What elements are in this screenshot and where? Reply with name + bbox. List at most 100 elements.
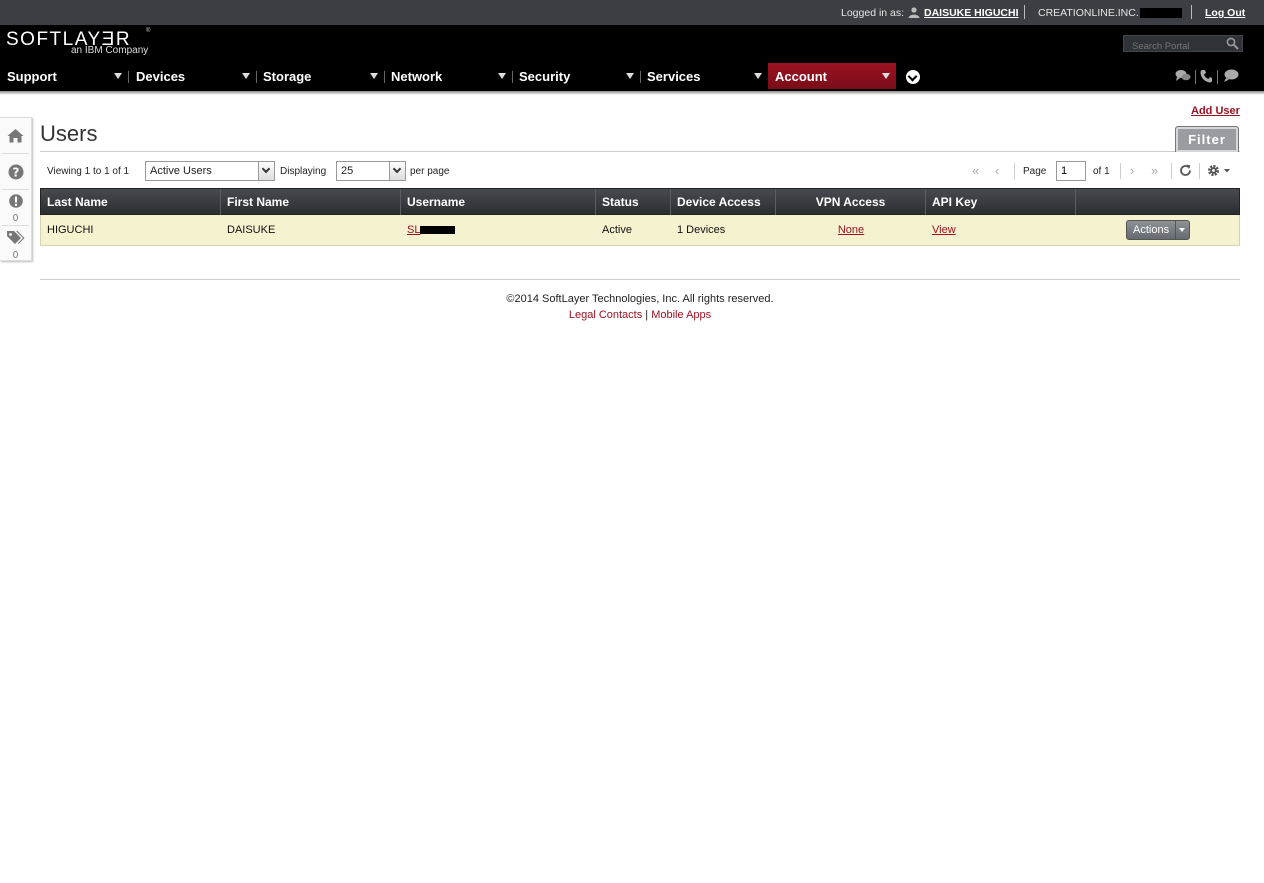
- nav-tab-support[interactable]: Support: [0, 63, 128, 89]
- user-icon: [908, 7, 920, 20]
- home-button[interactable]: [0, 128, 31, 148]
- pager-divider: [1199, 163, 1200, 179]
- first-page-icon[interactable]: «: [972, 163, 979, 178]
- nav-tab-label: Account: [775, 69, 827, 84]
- column-header-vpn-access[interactable]: VPN Access: [776, 189, 926, 215]
- message-icon[interactable]: [1223, 69, 1239, 88]
- table-header: Last Name First Name Username Status Dev…: [40, 188, 1240, 215]
- alert-icon: [8, 194, 23, 212]
- dropdown-arrow-icon: [1175, 221, 1189, 239]
- redacted-username: [420, 226, 456, 234]
- alerts-button[interactable]: 0: [0, 194, 31, 224]
- dropdown-arrow-icon: [370, 73, 378, 79]
- column-header-device-access[interactable]: Device Access: [671, 189, 776, 215]
- page-total: of 1: [1093, 166, 1110, 177]
- toolbar-divider: [1217, 70, 1218, 84]
- dropdown-arrow-icon: [498, 73, 506, 79]
- topbar-divider: [1191, 5, 1192, 19]
- nav-tab-network[interactable]: Network: [384, 63, 512, 89]
- main-navigation: Support Devices Storage Network Security…: [0, 63, 1264, 91]
- help-button[interactable]: ?: [0, 164, 31, 185]
- dropdown-arrow-icon: [114, 73, 122, 79]
- cell-api-key: View: [926, 215, 956, 245]
- nav-tab-devices[interactable]: Devices: [129, 63, 256, 89]
- per-page-label: per page: [410, 166, 450, 177]
- users-table: Last Name First Name Username Status Dev…: [40, 188, 1240, 246]
- nav-tab-label: Services: [647, 69, 701, 84]
- cell-first-name: DAISUKE: [227, 224, 276, 236]
- cell-username[interactable]: SL: [401, 215, 456, 245]
- username-link[interactable]: SL: [407, 224, 456, 236]
- company-name: CREATIONLINE.INC.: [1038, 7, 1139, 19]
- previous-page-icon[interactable]: ‹: [995, 163, 999, 178]
- pager-divider: [1014, 163, 1015, 179]
- column-header-last-name[interactable]: Last Name: [41, 189, 221, 215]
- dropdown-arrow-icon: [242, 73, 250, 79]
- header-bar: SOFTLAYƎR ® an IBM Company: [0, 25, 1264, 63]
- column-header-username[interactable]: Username: [401, 189, 596, 215]
- user-status-select[interactable]: Active Users: [145, 161, 275, 181]
- title-divider: [40, 151, 1240, 152]
- column-header-status[interactable]: Status: [596, 189, 671, 215]
- settings-gear-icon[interactable]: [1207, 164, 1233, 180]
- nav-tab-label: Storage: [263, 69, 312, 84]
- nav-tab-account[interactable]: Account: [768, 63, 896, 89]
- logout-link[interactable]: Log Out: [1205, 7, 1245, 19]
- current-user-link[interactable]: DAISUKE HIGUCHI: [924, 7, 1019, 19]
- search-icon[interactable]: [1226, 37, 1239, 55]
- api-key-view-link[interactable]: View: [932, 224, 956, 236]
- actions-button[interactable]: Actions: [1126, 220, 1190, 240]
- cell-status: Active: [602, 224, 632, 236]
- cell-last-name: HIGUCHI: [47, 224, 94, 236]
- username-prefix: SL: [407, 224, 421, 236]
- more-menu-icon[interactable]: [906, 70, 920, 84]
- nav-tab-storage[interactable]: Storage: [256, 63, 384, 89]
- column-header-first-name[interactable]: First Name: [221, 189, 401, 215]
- cell-device-access: 1 Devices: [677, 224, 726, 236]
- nav-tab-security[interactable]: Security: [512, 63, 640, 89]
- side-divider: [2, 189, 29, 190]
- nav-tab-services[interactable]: Services: [640, 63, 768, 89]
- phone-icon[interactable]: [1200, 69, 1212, 88]
- mobile-apps-link[interactable]: Mobile Apps: [651, 309, 711, 321]
- chat-icon[interactable]: [1175, 69, 1191, 88]
- home-icon: [7, 129, 24, 147]
- footer-separator: |: [645, 309, 649, 321]
- per-page-select[interactable]: 25: [336, 161, 406, 181]
- search-input[interactable]: [1124, 39, 1220, 54]
- tag-icon: [6, 231, 25, 249]
- filter-button[interactable]: Filter: [1175, 126, 1239, 152]
- search-box: [1123, 35, 1243, 55]
- topbar-divider: [1024, 5, 1025, 19]
- svg-text:?: ?: [12, 166, 19, 180]
- page-label: Page: [1023, 166, 1047, 177]
- refresh-icon[interactable]: [1179, 164, 1192, 180]
- nav-tab-label: Security: [519, 69, 571, 84]
- pager-divider: [1120, 163, 1121, 179]
- next-page-icon[interactable]: ›: [1130, 163, 1134, 178]
- selected-value: 25: [341, 165, 354, 177]
- legal-contacts-link[interactable]: Legal Contacts: [569, 309, 642, 321]
- tags-count: 0: [12, 250, 19, 261]
- last-page-icon[interactable]: »: [1151, 163, 1158, 178]
- page-number-input[interactable]: [1056, 161, 1086, 181]
- vpn-access-link[interactable]: None: [838, 224, 864, 236]
- chevron-down-icon: [258, 162, 274, 180]
- dropdown-arrow-icon: [882, 73, 890, 79]
- column-header-api-key[interactable]: API Key: [926, 189, 1076, 215]
- footer-links: Legal Contacts | Mobile Apps: [0, 309, 1264, 321]
- help-icon: ?: [8, 164, 24, 184]
- actions-label: Actions: [1133, 224, 1170, 236]
- dropdown-arrow-icon: [626, 73, 634, 79]
- side-toolbar: ? 0 0: [0, 117, 32, 261]
- copyright-text: ©2014 SoftLayer Technologies, Inc. All r…: [506, 293, 774, 305]
- nav-shadow: [0, 91, 1264, 95]
- logo-tagline: an IBM Company: [71, 45, 149, 56]
- tags-button[interactable]: 0: [0, 230, 31, 261]
- add-user-link[interactable]: Add User: [1191, 105, 1240, 117]
- toolbar-divider: [1195, 70, 1196, 84]
- nav-tab-label: Network: [391, 69, 443, 84]
- selected-value: Active Users: [150, 165, 212, 177]
- dropdown-arrow-icon: [754, 73, 762, 79]
- nav-tab-label: Devices: [136, 69, 186, 84]
